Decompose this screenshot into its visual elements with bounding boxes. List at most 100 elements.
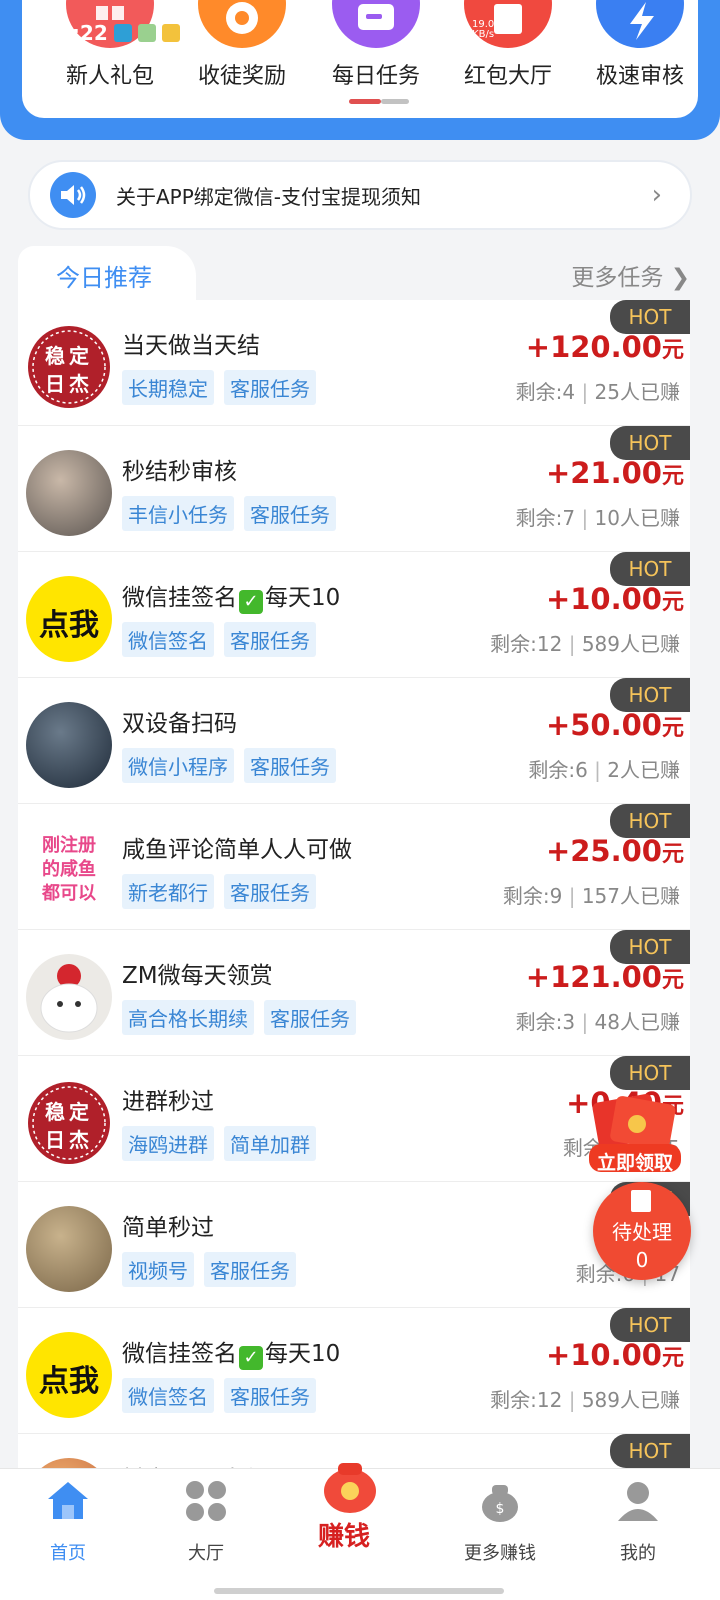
task-tags: 新老都行 客服任务 <box>122 874 316 909</box>
notice-bar[interactable]: 关于APP绑定微信-支付宝提现须知 › <box>28 160 692 230</box>
hot-badge: HOT <box>610 1434 690 1468</box>
task-tag: 新老都行 <box>122 874 214 909</box>
task-earned: 589人已赚 <box>581 1388 680 1412</box>
chevron-right-icon: › <box>651 180 662 210</box>
task-row[interactable]: 点我 微信挂签名 ✓ 每天10 微信签名 客服任务 HOT +10.00元 剩余:12… <box>18 1308 690 1434</box>
shortcut-red-packet-hall[interactable]: 红包大厅 <box>448 0 568 90</box>
task-earned: 589人已赚 <box>581 632 680 656</box>
shortcut-label: 极速审核 <box>595 64 684 89</box>
task-tag: 视频号 <box>122 1252 194 1287</box>
document-icon <box>631 1190 651 1212</box>
pending-label: 待处理 <box>612 1220 672 1244</box>
network-speed-unit: KB/s <box>472 29 495 40</box>
task-title: 秒结秒审核 <box>122 452 237 486</box>
avatar-text: 刚注册 <box>42 835 96 856</box>
reward-unit: 元 <box>661 590 684 615</box>
task-icon <box>332 0 420 48</box>
reward-amount: +121.00 <box>525 960 662 994</box>
reward-amount: +25.00 <box>545 834 662 868</box>
tab-label[interactable]: 赚钱 <box>318 1516 370 1553</box>
claim-red-packet-button[interactable]: 立即领取 <box>585 1090 685 1176</box>
task-tag: 高合格长期续 <box>122 1000 254 1035</box>
task-tag: 微信小程序 <box>122 748 234 783</box>
avatar <box>26 954 112 1040</box>
task-tag: 简单加群 <box>224 1126 316 1161</box>
qq-icon <box>113 24 132 42</box>
bag-icon: $ <box>482 1485 518 1522</box>
more-tasks-link[interactable]: 更多任务 ❯ <box>571 258 690 292</box>
hot-badge: HOT <box>610 300 690 334</box>
hot-badge: HOT <box>610 678 690 712</box>
task-row[interactable]: 简单秒过 视频号客服任务 HOT +2元 剩余:6 | 17 <box>18 1182 690 1308</box>
task-row[interactable]: 刚注册 的咸鱼 都可以 咸鱼评论简单人人可做 新老都行 客服任务 HOT +25.… <box>18 804 690 930</box>
task-remaining: 剩余:12 <box>490 632 563 656</box>
task-title-text: 当天做当天结 <box>122 333 260 359</box>
seal-avatar: 稳定 日杰 <box>26 324 112 410</box>
task-tags: 长期稳定 客服任务 <box>122 370 316 405</box>
task-stats: 剩余:3 | 48人已赚 <box>515 1010 680 1034</box>
avatar-text: 的咸鱼 <box>42 859 96 880</box>
task-title-suffix: 每天10 <box>265 585 341 611</box>
task-stats: 剩余:12 | 589人已赚 <box>490 632 680 656</box>
seal-text: 日杰 <box>45 1128 93 1152</box>
task-tag: 长期稳定 <box>122 370 214 405</box>
task-remaining: 剩余:3 <box>515 1010 576 1034</box>
avatar-text: 都可以 <box>42 883 96 904</box>
task-reward: +10.00元 <box>546 1338 684 1372</box>
task-earned: 2人已赚 <box>607 758 680 782</box>
tab-label: 更多赚钱 <box>464 1543 536 1564</box>
task-tags: 海鸥进群 简单加群 <box>122 1126 316 1161</box>
shortcut-label: 新人礼包 <box>65 64 154 89</box>
tab-label: 我的 <box>620 1543 656 1564</box>
task-title-text: 秒结秒审核 <box>122 459 237 485</box>
task-title-text: 简单秒过 <box>122 1215 214 1241</box>
task-reward: +50.00元 <box>546 708 684 742</box>
shortcut-fast-review[interactable]: 极速审核 <box>580 0 700 90</box>
task-tags: 丰信小任务 客服任务 <box>122 496 336 531</box>
pending-button[interactable]: 待处理 0 <box>593 1182 691 1280</box>
task-row[interactable]: 点我 微信挂签名 ✓ 每天10 微信签名 客服任务 HOT +10.00元 剩余:12… <box>18 552 690 678</box>
task-stats: 剩余:9 | 157人已赚 <box>502 884 680 908</box>
coin-icon <box>198 0 286 48</box>
task-title: 进群秒过 <box>122 1082 214 1116</box>
seal-text: 日杰 <box>45 372 93 396</box>
reward-unit: 元 <box>661 842 684 867</box>
task-tag: 丰信小任务 <box>122 496 234 531</box>
claim-label: 立即领取 <box>596 1152 673 1174</box>
task-title: 简单秒过 <box>122 1208 214 1242</box>
notice-text: 关于APP绑定微信-支付宝提现须知 <box>116 184 422 209</box>
task-reward: +21.00元 <box>546 456 684 490</box>
tab-today-recommend[interactable]: 今日推荐 <box>18 246 196 304</box>
task-row[interactable]: 稳定 日杰 当天做当天结 长期稳定 客服任务 HOT +120.00元 剩余:4 … <box>18 300 690 426</box>
task-tag: 海鸥进群 <box>122 1126 214 1161</box>
text-avatar: 刚注册 的咸鱼 都可以 <box>26 828 112 914</box>
task-row[interactable]: ZM微每天领赏 高合格长期续 客服任务 HOT +121.00元 剩余:3 | 4… <box>18 930 690 1056</box>
task-stats: 剩余:12 | 589人已赚 <box>490 1388 680 1412</box>
tab-label: 首页 <box>50 1543 86 1564</box>
task-row[interactable]: 秒结秒审核 丰信小任务 客服任务 HOT +21.00元 剩余:7 | 10人已赚 <box>18 426 690 552</box>
shortcut-apprentice-reward[interactable]: 收徒奖励 <box>182 0 302 90</box>
task-title: 当天做当天结 <box>122 326 260 360</box>
shortcut-daily-task[interactable]: 每日任务 <box>316 0 436 90</box>
reward-unit: 元 <box>661 716 684 741</box>
task-earned: 157人已赚 <box>581 884 680 908</box>
task-reward: +10.00元 <box>546 582 684 616</box>
lightning-icon <box>596 0 684 48</box>
task-row[interactable]: 双设备扫码 微信小程序 客服任务 HOT +50.00元 剩余:6 | 2人已赚 <box>18 678 690 804</box>
task-reward: +120.00元 <box>526 330 684 364</box>
task-remaining: 剩余:9 <box>502 884 563 908</box>
reward-unit: 元 <box>661 968 684 993</box>
reward-amount: +10.00 <box>545 1338 662 1372</box>
checkmark-icon: ✓ <box>239 1346 263 1370</box>
task-title: ZM微每天领赏 <box>122 956 273 990</box>
task-tag: 客服任务 <box>244 748 336 783</box>
task-title-text: 咸鱼评论简单人人可做 <box>122 837 352 863</box>
reward-unit: 元 <box>661 338 684 363</box>
reward-amount: +50.00 <box>545 708 662 742</box>
task-tags: 高合格长期续 客服任务 <box>122 1000 356 1035</box>
hot-badge: HOT <box>610 426 690 460</box>
network-speed: 19.0 KB/s <box>472 20 494 40</box>
section-title: 今日推荐 <box>56 264 152 292</box>
task-tag: 客服任务 <box>224 370 316 405</box>
svg-text:$: $ <box>496 1501 505 1517</box>
